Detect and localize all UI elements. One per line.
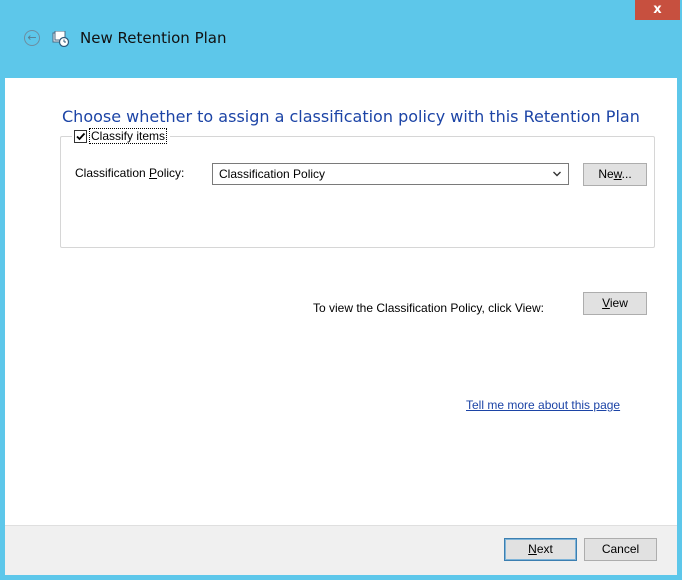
checkmark-icon	[76, 132, 86, 140]
classify-groupbox	[60, 136, 655, 248]
window-title: New Retention Plan	[80, 29, 227, 47]
page-heading: Choose whether to assign a classificatio…	[62, 107, 640, 126]
view-policy-button[interactable]: View	[583, 292, 647, 315]
label-accel: P	[149, 166, 158, 180]
next-button[interactable]: Next	[504, 538, 577, 561]
chevron-down-icon	[553, 171, 561, 177]
next-accel: N	[528, 542, 537, 556]
next-post: ext	[536, 542, 553, 556]
view-post: iew	[609, 296, 628, 310]
classify-checkbox[interactable]	[74, 129, 87, 143]
label-post: olicy:	[157, 166, 185, 180]
classification-policy-label: Classification Policy:	[75, 166, 184, 180]
back-arrow-icon[interactable]: ←	[24, 30, 40, 46]
view-accel: V	[602, 296, 610, 310]
dropdown-selected-value: Classification Policy	[219, 167, 326, 181]
view-hint-label: To view the Classification Policy, click…	[313, 301, 544, 315]
retention-plan-icon	[52, 30, 70, 48]
close-button[interactable]: x	[635, 0, 680, 20]
new-policy-button[interactable]: New...	[583, 163, 647, 186]
new-post: ...	[621, 167, 632, 181]
new-pre: Ne	[598, 167, 614, 181]
classify-checkbox-row[interactable]: Classify items	[72, 127, 171, 145]
new-accel: w	[613, 167, 622, 181]
label-pre: Classification	[75, 166, 150, 180]
cancel-button[interactable]: Cancel	[584, 538, 657, 561]
classification-policy-dropdown[interactable]: Classification Policy	[212, 163, 569, 185]
wizard-window: x ← New Retention Plan Choose whether to…	[0, 0, 682, 580]
help-link[interactable]: Tell me more about this page	[466, 398, 620, 412]
classify-checkbox-label[interactable]: Classify items	[89, 128, 168, 144]
